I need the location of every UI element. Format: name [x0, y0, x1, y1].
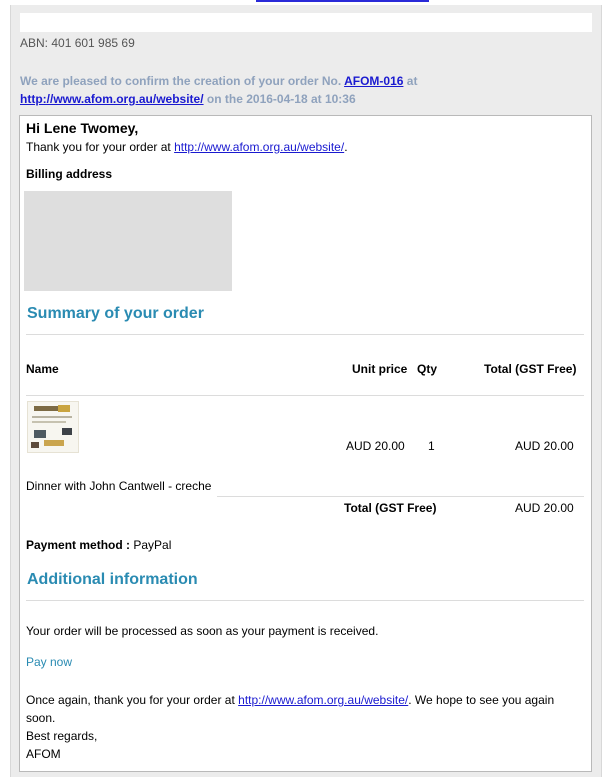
- closing-text-before: Once again, thank you for your order at: [26, 693, 235, 707]
- thanks-line: Thank you for your order at http://www.a…: [26, 140, 348, 154]
- additional-info-title: Additional information: [27, 571, 198, 588]
- divider: [26, 600, 584, 601]
- order-total-value: AUD 20.00: [515, 501, 574, 515]
- confirm-prefix: We are pleased to confirm the creation o…: [20, 74, 342, 88]
- order-total-label: Total (GST Free): [344, 501, 437, 515]
- header-banner: [20, 13, 592, 32]
- item-unit-price: AUD 20.00: [346, 439, 405, 453]
- payment-method-label: Payment method :: [26, 538, 131, 552]
- divider: [26, 395, 584, 396]
- item-qty: 1: [428, 439, 435, 453]
- billing-address-box: [24, 191, 232, 291]
- processing-note: Your order will be processed as soon as …: [26, 624, 379, 638]
- pay-now-link[interactable]: Pay now: [26, 655, 72, 669]
- product-thumbnail: [27, 401, 79, 453]
- abn-text: ABN: 401 601 985 69: [20, 36, 135, 50]
- closing-text: Once again, thank you for your order at …: [26, 691, 581, 763]
- closing-signature: AFOM: [26, 747, 61, 761]
- col-header-total: Total (GST Free): [484, 362, 577, 376]
- greeting: Hi Lene Twomey,: [26, 120, 139, 136]
- email-container: ABN: 401 601 985 69 We are pleased to co…: [10, 5, 602, 777]
- payment-method-value: PayPal: [133, 538, 172, 552]
- divider: [26, 334, 584, 335]
- order-card: Hi Lene Twomey, Thank you for your order…: [19, 115, 592, 772]
- confirm-date: on the 2016-04-18 at 10:36: [206, 92, 356, 106]
- divider: [217, 496, 584, 497]
- summary-title: Summary of your order: [27, 305, 204, 322]
- website-link[interactable]: http://www.afom.org.au/website/: [20, 92, 204, 106]
- payment-method: Payment method : PayPal: [26, 538, 171, 552]
- thanks-text: Thank you for your order at: [26, 140, 171, 154]
- item-total: AUD 20.00: [515, 439, 574, 453]
- billing-title: Billing address: [26, 167, 113, 181]
- thanks-website-link[interactable]: http://www.afom.org.au/website/: [174, 140, 344, 154]
- closing-regards: Best regards,: [26, 729, 98, 743]
- order-number-link[interactable]: AFOM-016: [344, 74, 403, 88]
- col-header-unit-price: Unit price: [352, 362, 408, 376]
- top-link-underline: [256, 0, 429, 2]
- thanks-end: .: [344, 140, 348, 154]
- order-confirmation-text: We are pleased to confirm the creation o…: [20, 72, 580, 108]
- confirm-at: at: [406, 74, 418, 88]
- item-name: Dinner with John Cantwell - creche: [26, 479, 212, 493]
- col-header-name: Name: [26, 362, 59, 376]
- closing-website-link[interactable]: http://www.afom.org.au/website/: [238, 693, 408, 707]
- col-header-qty: Qty: [417, 362, 438, 376]
